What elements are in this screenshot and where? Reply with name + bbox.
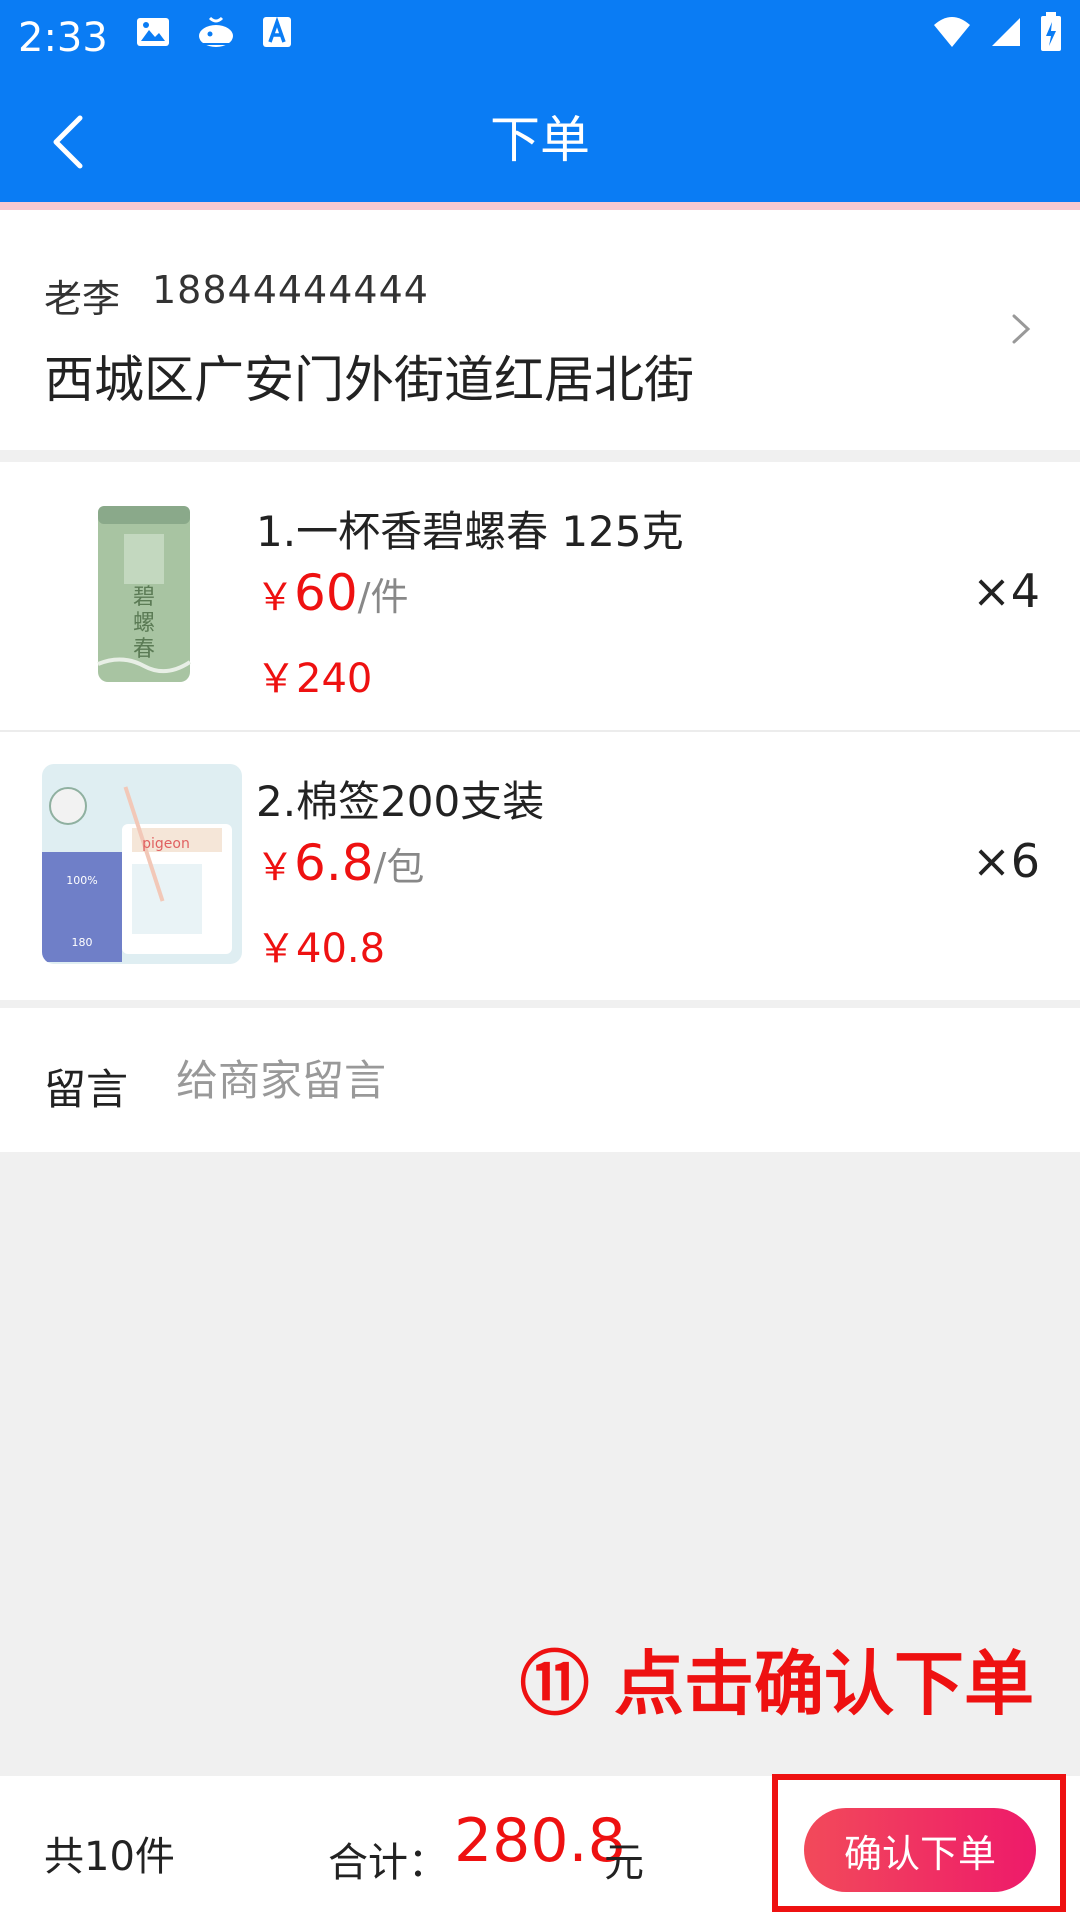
currency-symbol: ￥ <box>256 845 295 889</box>
header-divider <box>0 202 1080 210</box>
svg-text:碧: 碧 <box>133 585 155 610</box>
signal-icon <box>992 18 1020 46</box>
item-count: 共10件 <box>44 1834 175 1880</box>
address-selector[interactable]: 老李 18844444444 西城区广安门外街道红居北街 <box>0 210 1080 450</box>
currency-symbol: ￥ <box>256 575 295 619</box>
svg-text:螺: 螺 <box>133 611 155 636</box>
product-quantity: ×4 <box>972 564 1040 618</box>
product-title: 2.棉签200支装 <box>256 777 545 826</box>
highlight-box: 确认下单 <box>772 1774 1066 1912</box>
status-system-icons <box>932 12 1062 52</box>
total-label: 合计： <box>328 1840 448 1886</box>
svg-text:100%: 100% <box>66 874 97 887</box>
total-value: 280.8 <box>454 1806 626 1876</box>
cotton-swabs-image: pigeon 100% 180 <box>42 764 242 964</box>
image-icon <box>137 18 169 46</box>
product-unit-price: ￥60/件 <box>256 564 408 622</box>
total-unit: 元 <box>604 1840 644 1886</box>
whale-app-icon <box>199 16 233 47</box>
svg-text:春: 春 <box>133 637 155 662</box>
address-line: 西城区广安门外街道红居北街 <box>44 351 694 409</box>
price-unit: /件 <box>357 575 409 619</box>
product-title: 1.一杯香碧螺春 125克 <box>256 507 684 556</box>
tea-can-image: 碧 螺 春 <box>42 494 242 694</box>
product-line-total: ￥240 <box>256 656 373 702</box>
order-summary-bar: 共10件 合计： 280.8 元 确认下单 <box>0 1774 1080 1920</box>
svg-text:180: 180 <box>72 936 93 949</box>
status-bar: 2:33 <box>0 0 1080 76</box>
wifi-icon <box>934 17 970 47</box>
product-line-total: ￥40.8 <box>256 926 386 972</box>
app-header: 下单 <box>0 76 1080 202</box>
chevron-right-icon <box>1012 314 1031 344</box>
price-value: 6.8 <box>294 834 374 892</box>
message-section: 留言 <box>0 1008 1080 1152</box>
page-title: 下单 <box>490 111 590 169</box>
price-value: 60 <box>294 564 358 622</box>
recipient-name: 老李 <box>44 277 121 321</box>
instruction-annotation: ⑪ 点击确认下单 <box>519 1643 1034 1725</box>
confirm-order-button[interactable]: 确认下单 <box>804 1808 1036 1892</box>
battery-icon <box>1041 12 1061 51</box>
status-time: 2:33 <box>18 15 108 61</box>
font-a-icon <box>263 16 291 47</box>
message-input[interactable] <box>174 1044 1018 1116</box>
status-notification-icons <box>136 14 292 50</box>
product-list: 碧 螺 春 1.一杯香碧螺春 125克 ￥60/件 ￥240 ×4 pigeon… <box>0 462 1080 1000</box>
price-unit: /包 <box>373 845 425 889</box>
product-unit-price: ￥6.8/包 <box>256 834 424 892</box>
recipient-phone: 18844444444 <box>152 268 429 312</box>
svg-text:pigeon: pigeon <box>142 836 190 852</box>
product-row[interactable]: pigeon 100% 180 2.棉签200支装 ￥6.8/包 ￥40.8 ×… <box>0 732 1080 1000</box>
product-quantity: ×6 <box>972 834 1040 888</box>
message-label: 留言 <box>44 1065 129 1114</box>
product-row[interactable]: 碧 螺 春 1.一杯香碧螺春 125克 ￥60/件 ￥240 ×4 <box>0 462 1080 732</box>
